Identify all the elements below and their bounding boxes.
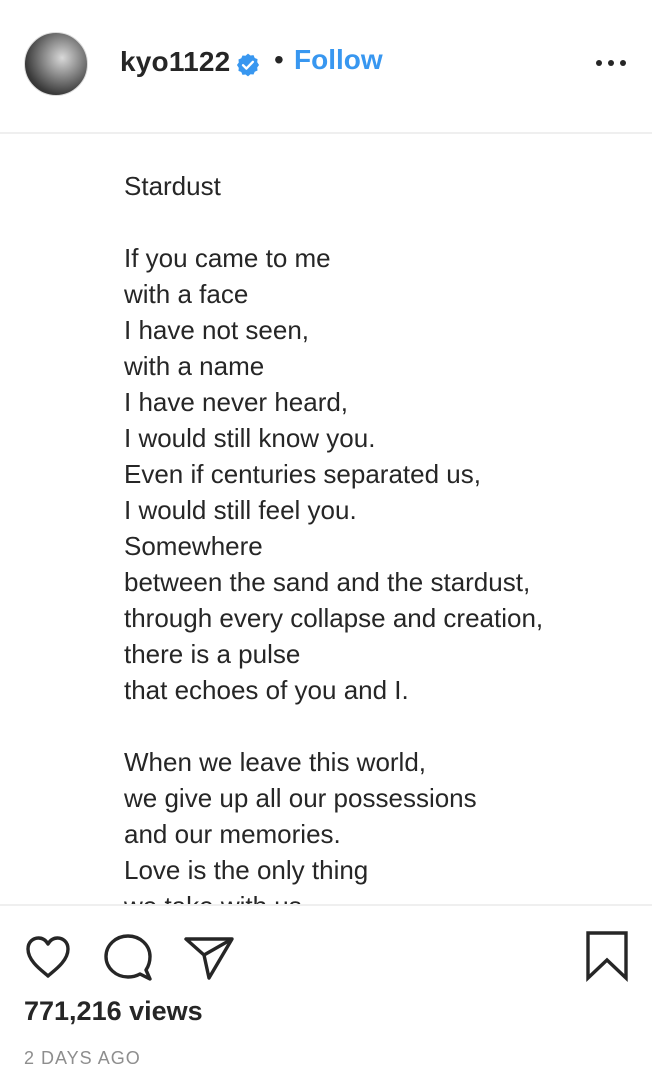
poem-line: and our memories. [124,819,341,849]
follow-button[interactable]: Follow [294,44,383,76]
poem-line: Somewhere [124,531,263,561]
poem-line: I have not seen, [124,315,310,345]
avatar[interactable] [24,32,88,96]
poem-line: Even if centuries separated us, [124,459,481,489]
poem-line: we take with us. [124,888,624,904]
poem-line: there is a pulse [124,639,301,669]
poem-line: between the sand and the stardust, [124,567,531,597]
post-page: kyo1122 • Follow Stardust If you came to … [0,0,652,1066]
poem-line: through every collapse and creation, [124,603,544,633]
action-bar: 771,216 views 2 DAYS AGO [0,904,652,1066]
poem-line: I have never heard, [124,387,349,417]
post-caption: Stardust If you came to me with a face I ha… [0,136,652,904]
poem-line: with a name [124,351,265,381]
poem-line: we give up all our possessions [124,783,477,813]
poem-line: I would still feel you. [124,495,357,525]
poem-line: that echoes of you and I. [124,675,409,705]
poem-line: If you came to me [124,243,331,273]
post-timestamp[interactable]: 2 DAYS AGO [24,1048,141,1066]
bookmark-icon[interactable] [584,930,630,982]
username[interactable]: kyo1122 [120,46,230,78]
poem-title: Stardust [124,171,221,201]
verified-badge-icon [235,52,261,78]
poem-line: with a face [124,279,249,309]
separator-dot: • [274,44,284,75]
poem-line [124,204,624,240]
poem-line [124,708,624,744]
poem-line: When we leave this world, [124,747,427,777]
poem-text: Stardust If you came to me with a face I ha… [124,168,624,904]
more-options-icon[interactable] [596,60,628,68]
heart-icon[interactable] [24,934,72,980]
poem-line: I would still know you. [124,423,376,453]
view-count[interactable]: 771,216 views [24,996,203,1027]
poem-line: Love is the only thing [124,855,369,885]
comment-icon[interactable] [102,932,154,982]
share-icon[interactable] [182,934,236,982]
post-header: kyo1122 • Follow [0,0,652,134]
